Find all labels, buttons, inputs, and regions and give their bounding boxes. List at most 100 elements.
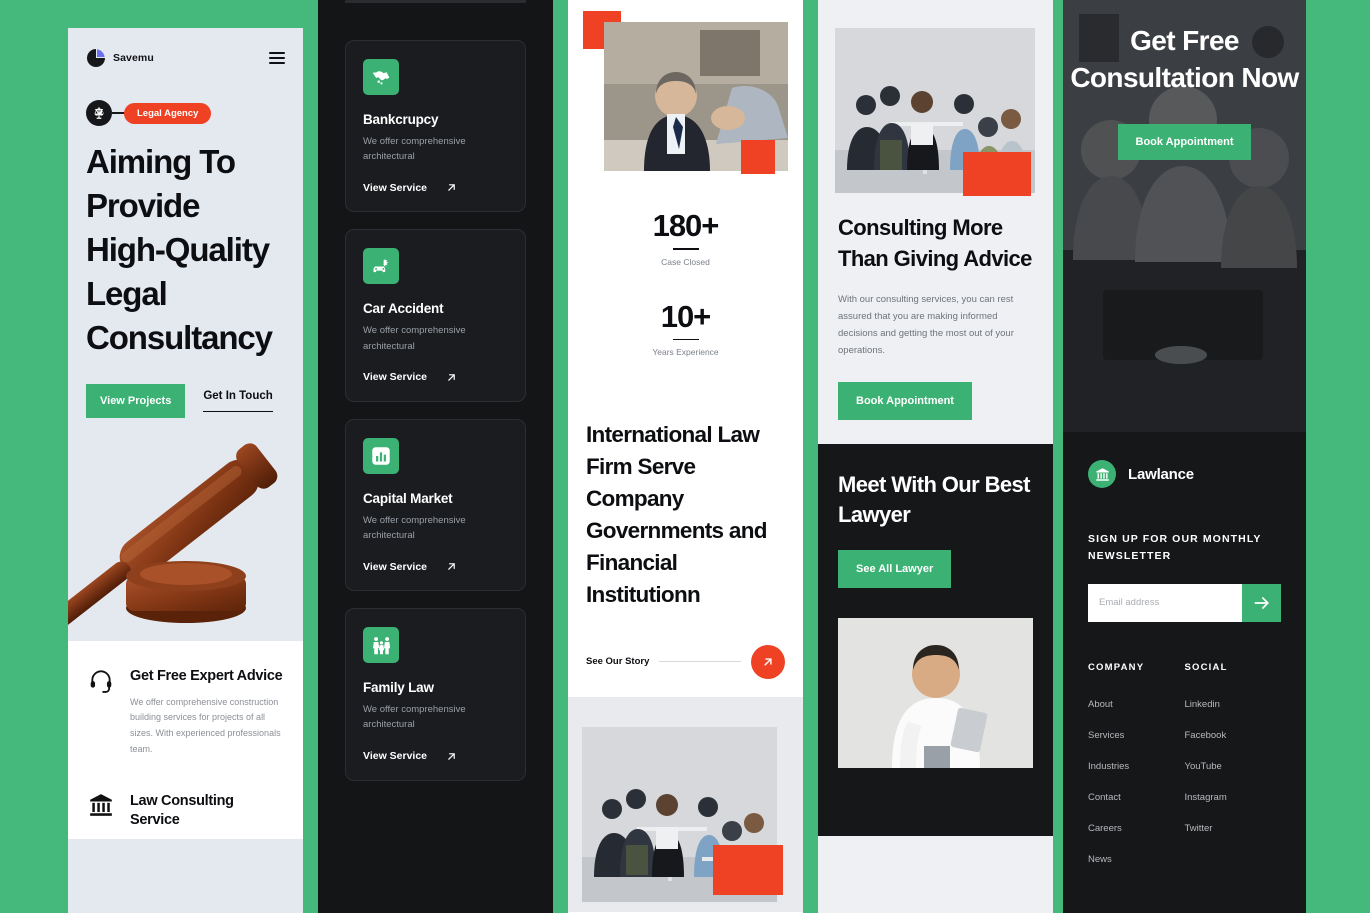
panel-cta-footer: Get Free Consultation Now Book Appointme… <box>1063 0 1306 913</box>
red-square-accent <box>741 140 775 174</box>
service-card-family-law[interactable]: Family Law We offer comprehensive archit… <box>345 608 526 781</box>
top-divider <box>345 0 526 3</box>
footer-link[interactable]: News <box>1088 854 1185 865</box>
section-paragraph: With our consulting services, you can re… <box>838 294 1014 357</box>
bar-chart-icon <box>363 437 399 474</box>
meet-lawyer-section: Meet With Our Best Lawyer See All Lawyer <box>818 444 1053 837</box>
arrow-up-right-icon <box>448 184 455 192</box>
view-service-link[interactable]: View Service <box>363 181 508 194</box>
footer-link[interactable]: Industries <box>1088 761 1185 772</box>
consultation-hero: Get Free Consultation Now Book Appointme… <box>1063 0 1306 432</box>
service-description: We offer comprehensive architectural <box>363 136 466 163</box>
arrow-up-right-icon <box>448 563 455 570</box>
see-all-lawyer-button[interactable]: See All Lawyer <box>838 549 952 588</box>
newsletter-heading: SIGN UP FOR OUR MONTHLY NEWSLETTER <box>1088 533 1262 563</box>
hero-content: Get Free Consultation Now Book Appointme… <box>1063 0 1306 432</box>
badge-label: Legal Agency <box>124 102 212 124</box>
headset-icon <box>86 667 116 697</box>
see-our-story-row[interactable]: See Our Story <box>568 644 803 679</box>
section-heading: International Law Firm Serve Company Gov… <box>586 422 767 607</box>
book-appointment-button[interactable]: Book Appointment <box>1117 124 1252 161</box>
footer-link[interactable]: Facebook <box>1185 730 1282 741</box>
bank-columns-icon <box>1088 460 1116 488</box>
view-service-label: View Service <box>363 560 428 573</box>
gavel-image <box>68 426 303 642</box>
panel-hero-landing: Savemu Legal Agency Aiming To Provide Hi… <box>68 28 303 913</box>
screen-canvas: Savemu Legal Agency Aiming To Provide Hi… <box>0 0 1370 913</box>
service-description: We offer comprehensive architectural <box>363 325 466 352</box>
about-image-block <box>568 0 803 192</box>
red-square-accent <box>963 152 1031 196</box>
stat-value: 10+ <box>660 298 712 334</box>
footer-column-title: SOCIAL <box>1184 661 1228 673</box>
arrow-up-right-icon <box>448 752 455 760</box>
email-input[interactable] <box>1088 583 1242 622</box>
service-card-car-accident[interactable]: Car Accident We offer comprehensive arch… <box>345 229 526 402</box>
stat-label: Years Experience <box>652 347 719 358</box>
panel-consulting: Consulting More Than Giving Advice With … <box>818 0 1053 913</box>
newsletter-submit-button[interactable] <box>1242 583 1281 622</box>
footer-link[interactable]: Twitter <box>1185 823 1282 834</box>
footer-link[interactable]: Instagram <box>1185 792 1282 803</box>
view-service-link[interactable]: View Service <box>363 750 508 763</box>
feature-item: Get Free Expert Advice We offer comprehe… <box>86 667 285 757</box>
section-heading: Meet With Our Best Lawyer <box>838 472 1031 527</box>
brand-logo[interactable]: Savemu <box>86 48 154 68</box>
footer-link[interactable]: YouTube <box>1185 761 1282 772</box>
service-title: Capital Market <box>363 490 453 506</box>
bank-columns-icon <box>86 792 116 822</box>
footer-column-company: COMPANY About Services Industries Contac… <box>1088 662 1185 885</box>
view-service-label: View Service <box>363 750 428 762</box>
service-title: Bankcrupcy <box>363 112 439 127</box>
footer-link-list: Linkedin Facebook YouTube Instagram Twit… <box>1185 699 1282 834</box>
car-crash-icon <box>363 248 399 285</box>
navbar: Savemu <box>86 28 285 68</box>
newsletter-form <box>1088 583 1281 622</box>
panel-services-list: Bankcrupcy We offer comprehensive archit… <box>318 0 553 913</box>
feature-title: Get Free Expert Advice <box>130 668 283 685</box>
arrow-up-right-icon[interactable] <box>751 644 785 679</box>
panel-about-stats: 180+ Case Closed 10+ Years Experience In… <box>568 0 803 913</box>
footer-link[interactable]: About <box>1088 699 1185 710</box>
footer-brand-name: Lawlance <box>1128 465 1194 483</box>
hamburger-icon[interactable] <box>269 52 285 64</box>
logo-mark-icon <box>86 48 106 68</box>
section-heading: Consulting More Than Giving Advice <box>838 215 1032 272</box>
view-service-label: View Service <box>363 181 428 194</box>
feature-item: Law Consulting Service <box>86 792 285 831</box>
stat-item: 10+ Years Experience <box>568 299 803 358</box>
family-icon <box>363 627 399 664</box>
red-square-accent <box>713 844 783 895</box>
footer-link[interactable]: Services <box>1088 730 1185 741</box>
footer-link-columns: COMPANY About Services Industries Contac… <box>1088 662 1281 885</box>
footer-link[interactable]: Linkedin <box>1185 699 1282 710</box>
arrow-right-icon <box>1254 596 1269 609</box>
smiling-lawyer-with-tablet-photo <box>838 617 1033 768</box>
footer-link[interactable]: Careers <box>1088 823 1185 834</box>
get-in-touch-link[interactable]: Get In Touch <box>203 390 273 413</box>
view-service-link[interactable]: View Service <box>363 371 508 384</box>
scales-of-justice-icon <box>86 100 112 126</box>
page-title: Get Free Consultation Now <box>1070 25 1299 94</box>
features-section: Get Free Expert Advice We offer comprehe… <box>68 641 303 840</box>
stat-item: 180+ Case Closed <box>568 208 803 267</box>
legal-agency-badge: Legal Agency <box>86 100 285 126</box>
view-service-link[interactable]: View Service <box>363 560 508 573</box>
consulting-image-block <box>818 0 1053 212</box>
stat-rule <box>672 248 699 250</box>
footer-column-social: SOCIAL Linkedin Facebook YouTube Instagr… <box>1185 662 1282 885</box>
book-appointment-button[interactable]: Book Appointment <box>838 382 972 421</box>
footer-brand[interactable]: Lawlance <box>1088 460 1281 488</box>
footer-link-list: About Services Industries Contact Career… <box>1088 699 1185 865</box>
stat-value: 180+ <box>652 208 720 243</box>
consulting-copy: Consulting More Than Giving Advice With … <box>818 212 1053 421</box>
footer-link[interactable]: Contact <box>1088 792 1185 803</box>
brand-name: Savemu <box>113 52 154 64</box>
hero-actions: View Projects Get In Touch <box>86 384 285 419</box>
arrow-up-right-icon <box>448 373 455 381</box>
footer: Lawlance SIGN UP FOR OUR MONTHLY NEWSLET… <box>1063 432 1306 885</box>
service-card-capital-market[interactable]: Capital Market We offer comprehensive ar… <box>345 418 526 592</box>
service-card-bankcrupcy[interactable]: Bankcrupcy We offer comprehensive archit… <box>345 40 526 213</box>
stat-label: Case Closed <box>661 256 710 267</box>
view-projects-button[interactable]: View Projects <box>86 384 186 419</box>
